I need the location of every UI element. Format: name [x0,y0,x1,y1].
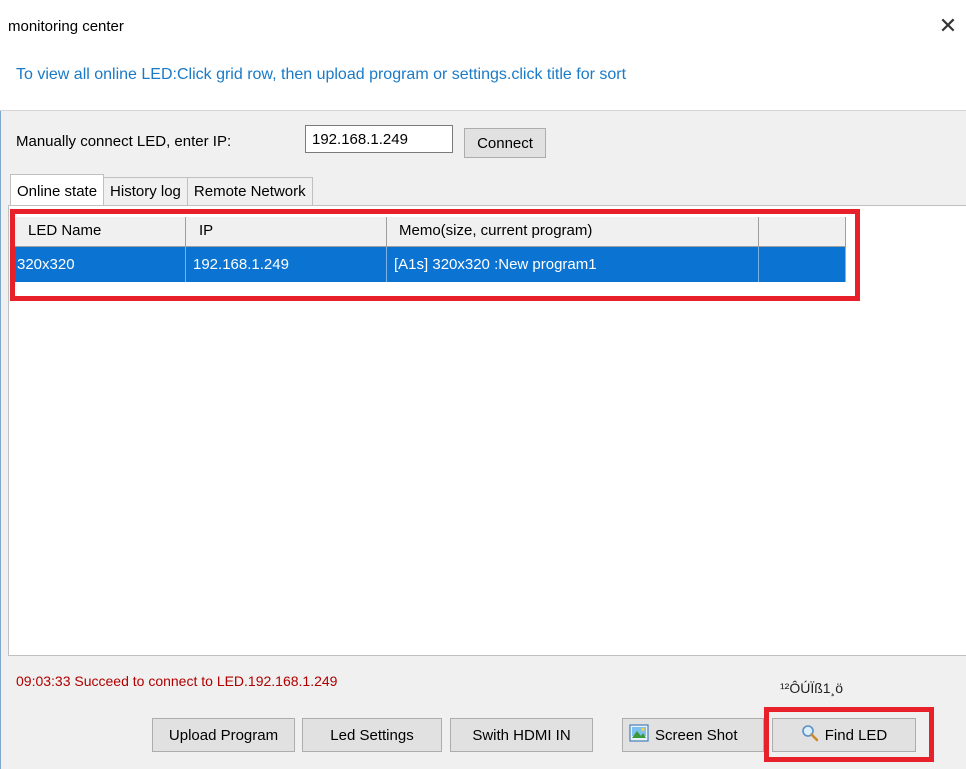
find-led-button[interactable]: Find LED [772,718,916,752]
close-icon[interactable]: ✕ [930,8,966,44]
tab-history-log[interactable]: History log [103,177,188,205]
info-text: To view all online LED:Click grid row, t… [16,66,627,83]
connect-button[interactable]: Connect [464,128,546,158]
find-led-label: Find LED [824,726,888,744]
column-header-extra[interactable] [759,217,846,247]
table-row[interactable]: 320x320 192.168.1.249 [A1s] 320x320 :New… [10,247,846,282]
tab-remote-network[interactable]: Remote Network [186,177,313,205]
ip-input[interactable] [305,125,453,153]
upload-program-button[interactable]: Upload Program [152,718,295,752]
status-message: 09:03:33 Succeed to connect to LED.192.1… [16,673,338,689]
screen-shot-label: Screen Shot [655,726,738,744]
picture-icon [629,724,649,746]
title-bar: monitoring center ✕ [0,0,966,50]
led-grid: LED Name IP Memo(size, current program) … [10,217,846,282]
tab-bar: Online state History log Remote Network [10,174,313,207]
manual-connect-row: Manually connect LED, enter IP: Connect [0,120,966,164]
online-count-text: ¹²ÔÚÏß1¸ö [780,680,843,696]
window-left-border [0,0,1,769]
cell-memo: [A1s] 320x320 :New program1 [387,247,759,282]
tab-online-state[interactable]: Online state [10,174,105,205]
cell-extra [759,247,846,282]
screen-shot-button[interactable]: Screen Shot [622,718,764,752]
info-bar: To view all online LED:Click grid row, t… [0,50,966,111]
connect-label: Manually connect LED, enter IP: [16,133,232,150]
cell-ip: 192.168.1.249 [186,247,387,282]
magnifier-icon [801,724,819,746]
led-settings-button[interactable]: Led Settings [302,718,442,752]
column-header-memo[interactable]: Memo(size, current program) [387,217,759,247]
grid-header: LED Name IP Memo(size, current program) [10,217,846,247]
cell-led-name: 320x320 [10,247,186,282]
switch-hdmi-button[interactable]: Swith HDMI IN [450,718,593,752]
window-title: monitoring center [8,18,124,35]
column-header-ip[interactable]: IP [186,217,387,247]
column-header-led-name[interactable]: LED Name [10,217,186,247]
